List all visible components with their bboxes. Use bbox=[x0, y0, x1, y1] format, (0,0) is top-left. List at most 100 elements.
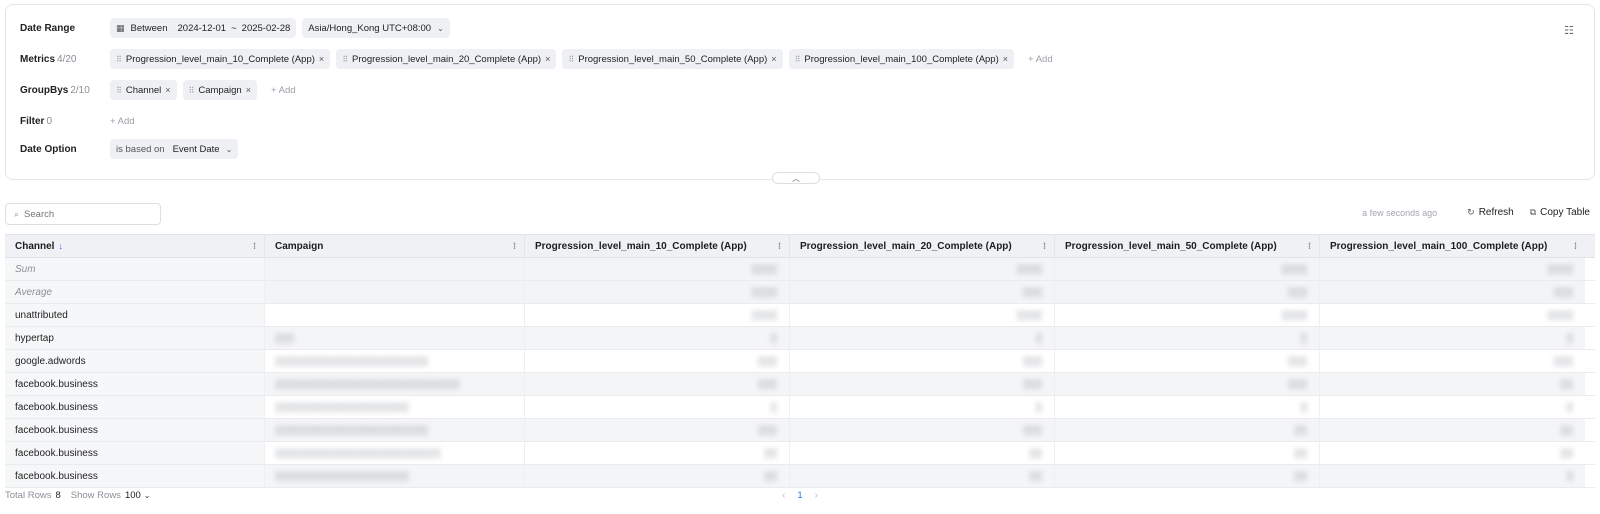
campaign-cell bbox=[265, 304, 525, 326]
remove-icon[interactable]: × bbox=[246, 85, 251, 95]
blurred-value: ▒ bbox=[790, 327, 1055, 349]
remove-icon[interactable]: × bbox=[1003, 54, 1008, 64]
timezone-select[interactable]: Asia/Hong_Kong UTC+08:00 ⌄ bbox=[302, 18, 450, 38]
summary-row-sum: Sum ▒▒▒▒ ▒▒▒▒ ▒▒▒▒ ▒▒▒▒ bbox=[5, 258, 1595, 281]
pagination: ‹ 1 › bbox=[770, 490, 830, 501]
channel-cell: facebook.business bbox=[5, 396, 265, 418]
timezone-value: Asia/Hong_Kong UTC+08:00 bbox=[308, 22, 432, 34]
calendar-icon: ▦ bbox=[116, 22, 125, 33]
summary-label: Sum bbox=[5, 258, 265, 280]
date-option-select[interactable]: is based on Event Date ⌄ bbox=[110, 139, 239, 159]
column-header-metric[interactable]: Progression_level_main_50_Complete (App)… bbox=[1055, 235, 1320, 257]
blurred-value: ▒▒ bbox=[790, 442, 1055, 464]
column-menu-icon[interactable]: ⁞ bbox=[1043, 241, 1046, 251]
table-row[interactable]: unattributed ▒▒▒▒ ▒▒▒▒ ▒▒▒▒ ▒▒▒▒ bbox=[5, 304, 1595, 327]
table-row[interactable]: google.adwords ▒▒▒▒▒▒▒▒▒▒▒▒▒▒▒▒▒▒▒▒▒▒▒▒ … bbox=[5, 350, 1595, 373]
column-menu-icon[interactable]: ⁞ bbox=[1308, 241, 1311, 251]
date-option-label: Date Option bbox=[20, 143, 77, 155]
table-row[interactable]: facebook.business ▒▒▒▒▒▒▒▒▒▒▒▒▒▒▒▒▒▒▒▒▒ … bbox=[5, 396, 1595, 419]
column-menu-icon[interactable]: ⁞ bbox=[1574, 241, 1577, 251]
blurred-value: ▒▒▒ bbox=[790, 281, 1055, 303]
blurred-value: ▒▒▒▒ bbox=[1055, 258, 1320, 280]
table-toolbar: a few seconds ago ↻ Refresh ⧉ Copy Table bbox=[1362, 207, 1590, 218]
copy-icon: ⧉ bbox=[1529, 207, 1537, 217]
column-menu-icon[interactable]: ⁞ bbox=[513, 241, 516, 251]
column-header-metric[interactable]: Progression_level_main_10_Complete (App)… bbox=[525, 235, 790, 257]
blurred-value: ▒ bbox=[1055, 327, 1320, 349]
campaign-cell: ▒▒▒▒▒▒▒▒▒▒▒▒▒▒▒▒▒▒▒▒▒▒▒▒▒▒ bbox=[265, 442, 525, 464]
query-filter-panel: Date Range ▦ Between 2024-12-01 ~ 2025-0… bbox=[5, 4, 1595, 180]
remove-icon[interactable]: × bbox=[545, 54, 550, 64]
settings-sliders-icon[interactable]: ☷ bbox=[1564, 24, 1576, 37]
table-row[interactable]: facebook.business ▒▒▒▒▒▒▒▒▒▒▒▒▒▒▒▒▒▒▒▒▒▒… bbox=[5, 373, 1595, 396]
copy-table-button[interactable]: ⧉ Copy Table bbox=[1530, 207, 1590, 218]
column-menu-icon[interactable]: ⁞ bbox=[778, 241, 781, 251]
column-header-channel[interactable]: Channel ↓ ⁞ bbox=[5, 235, 265, 257]
blurred-value: ▒▒▒ bbox=[790, 419, 1055, 441]
table-row[interactable]: facebook.business ▒▒▒▒▒▒▒▒▒▒▒▒▒▒▒▒▒▒▒▒▒▒… bbox=[5, 442, 1595, 465]
blurred-value: ▒▒▒▒ bbox=[1320, 258, 1585, 280]
filter-count: 0 bbox=[46, 115, 53, 127]
campaign-cell: ▒▒▒ bbox=[265, 327, 525, 349]
column-menu-icon[interactable]: ⁞ bbox=[253, 241, 256, 251]
chevron-down-icon: ⌄ bbox=[225, 144, 233, 154]
drag-handle-icon[interactable]: ⠿ bbox=[116, 86, 122, 95]
drag-handle-icon[interactable]: ⠿ bbox=[189, 86, 195, 95]
refresh-button[interactable]: ↻ Refresh bbox=[1467, 207, 1514, 218]
blurred-value: ▒▒▒ bbox=[1055, 281, 1320, 303]
blurred-value: ▒▒▒ bbox=[790, 373, 1055, 395]
prev-page-icon[interactable]: ‹ bbox=[782, 490, 785, 501]
drag-handle-icon[interactable]: ⠿ bbox=[342, 55, 348, 64]
metric-chip[interactable]: ⠿ Progression_level_main_10_Complete (App… bbox=[110, 49, 331, 69]
date-range-picker[interactable]: ▦ Between 2024-12-01 ~ 2025-02-28 bbox=[110, 18, 297, 38]
blurred-value: ▒▒ bbox=[1055, 465, 1320, 487]
groupby-chip[interactable]: ⠿ Channel × bbox=[110, 80, 177, 100]
blurred-value: ▒▒▒▒ bbox=[525, 304, 790, 326]
add-groupby-button[interactable]: + Add bbox=[271, 85, 296, 96]
drag-handle-icon[interactable]: ⠿ bbox=[116, 55, 122, 64]
remove-icon[interactable]: × bbox=[771, 54, 776, 64]
table-row[interactable]: hypertap ▒▒▒ ▒ ▒ ▒ ▒ bbox=[5, 327, 1595, 350]
blurred-value: ▒▒▒▒ bbox=[1320, 304, 1585, 326]
show-rows-select[interactable]: 100 bbox=[125, 490, 141, 501]
drag-handle-icon[interactable]: ⠿ bbox=[568, 55, 574, 64]
blurred-value: ▒▒▒ bbox=[1055, 373, 1320, 395]
refresh-icon: ↻ bbox=[1467, 207, 1475, 217]
remove-icon[interactable]: × bbox=[319, 54, 324, 64]
column-header-campaign[interactable]: Campaign ⁞ bbox=[265, 235, 525, 257]
channel-cell: hypertap bbox=[5, 327, 265, 349]
blurred-value: ▒▒ bbox=[790, 465, 1055, 487]
metric-chip[interactable]: ⠿ Progression_level_main_100_Complete (Ap… bbox=[788, 49, 1015, 69]
date-option-value: Event Date bbox=[172, 143, 220, 155]
metric-chip[interactable]: ⠿ Progression_level_main_20_Complete (App… bbox=[336, 49, 557, 69]
metric-chip[interactable]: ⠿ Progression_level_main_50_Complete (App… bbox=[562, 49, 783, 69]
sort-descending-icon[interactable]: ↓ bbox=[58, 241, 63, 251]
search-field[interactable]: ⌕ bbox=[5, 203, 161, 225]
blurred-value: ▒▒▒ bbox=[525, 419, 790, 441]
channel-cell: facebook.business bbox=[5, 373, 265, 395]
collapse-panel-button[interactable]: ︿ bbox=[772, 172, 820, 184]
search-input[interactable] bbox=[24, 208, 145, 220]
summary-row-average: Average ▒▒▒▒ ▒▒▒ ▒▒▒ ▒▒▒ bbox=[5, 281, 1595, 304]
remove-icon[interactable]: × bbox=[165, 85, 170, 95]
add-metric-button[interactable]: + Add bbox=[1028, 54, 1053, 65]
filter-row: Filter 0 + Add bbox=[20, 111, 135, 131]
column-header-metric[interactable]: Progression_level_main_100_Complete (App… bbox=[1320, 235, 1585, 257]
blurred-value: ▒▒▒▒ bbox=[790, 258, 1055, 280]
chevron-up-icon: ︿ bbox=[792, 173, 800, 183]
table-row[interactable]: facebook.business ▒▒▒▒▒▒▒▒▒▒▒▒▒▒▒▒▒▒▒▒▒▒… bbox=[5, 419, 1595, 442]
date-range-label: Date Range bbox=[20, 22, 76, 34]
column-header-metric[interactable]: Progression_level_main_20_Complete (App)… bbox=[790, 235, 1055, 257]
add-filter-button[interactable]: + Add bbox=[110, 116, 135, 127]
next-page-icon[interactable]: › bbox=[815, 490, 818, 501]
search-icon: ⌕ bbox=[14, 208, 20, 219]
table-row[interactable]: facebook.business ▒▒▒▒▒▒▒▒▒▒▒▒▒▒▒▒▒▒▒▒▒ … bbox=[5, 465, 1595, 488]
groupby-chip[interactable]: ⠿ Campaign × bbox=[182, 80, 257, 100]
drag-handle-icon[interactable]: ⠿ bbox=[795, 55, 801, 64]
date-range-row: Date Range ▦ Between 2024-12-01 ~ 2025-0… bbox=[20, 18, 456, 38]
date-end: 2025-02-28 bbox=[241, 22, 291, 34]
table-cell bbox=[265, 281, 525, 303]
table-footer: Total Rows 8 Show Rows 100 ⌄ bbox=[5, 490, 151, 501]
chevron-down-icon[interactable]: ⌄ bbox=[144, 491, 151, 500]
current-page[interactable]: 1 bbox=[797, 490, 802, 501]
